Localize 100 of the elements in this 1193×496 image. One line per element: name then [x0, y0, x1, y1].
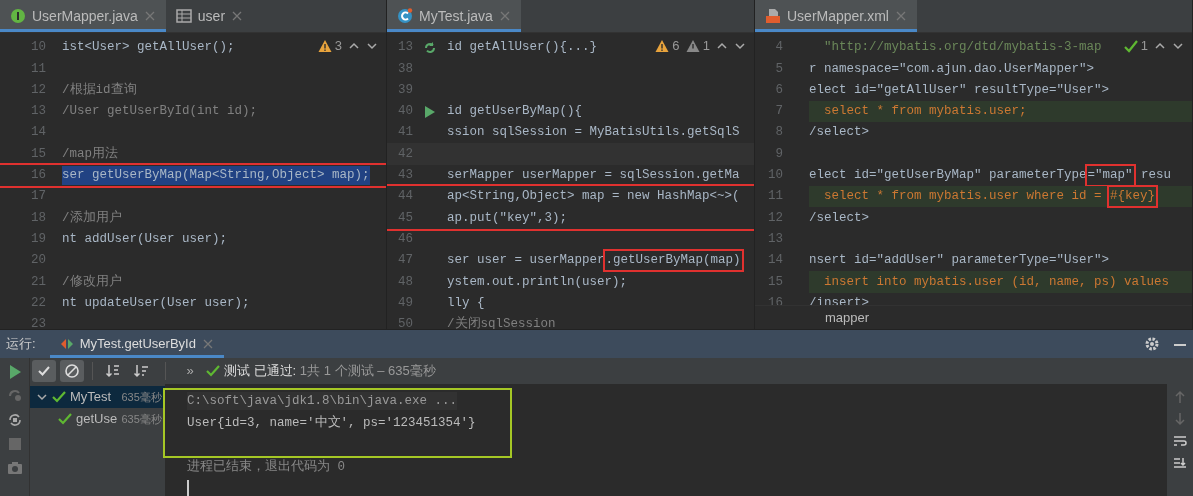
- line-number: 20: [30, 252, 46, 270]
- line-number: 4: [774, 39, 783, 57]
- show-ignored-button[interactable]: [60, 360, 84, 382]
- sort-alphabetically-icon: [105, 363, 121, 379]
- code-text: serMapper userMapper = sqlSession.getMa: [447, 167, 740, 185]
- code-text: select * from mybatis.user;: [823, 103, 1027, 121]
- table-icon: [175, 8, 192, 24]
- line-number: 13: [397, 39, 413, 57]
- line-number: 14: [767, 252, 783, 270]
- code-text: /添加用户: [62, 209, 122, 227]
- line-number: 10: [767, 167, 783, 185]
- line-number: 13: [30, 103, 46, 121]
- line-number: 16: [767, 294, 783, 305]
- editor-tab[interactable]: MyTest.java: [387, 0, 521, 32]
- inspection-count: 6: [672, 37, 680, 55]
- rerun-icon[interactable]: [423, 40, 437, 55]
- editor-tab[interactable]: user: [165, 0, 254, 32]
- line-number: 5: [774, 60, 783, 78]
- test-tree-item[interactable]: getUse 635毫秒: [30, 408, 165, 430]
- code-text: nsert id="addUser" parameterType="User">: [809, 252, 1110, 270]
- line-number: 41: [397, 124, 413, 142]
- run-icon[interactable]: [423, 104, 437, 119]
- code-text: id getAllUser(){...}: [447, 39, 598, 57]
- show-passed-button[interactable]: [32, 360, 56, 382]
- line-number: 13: [767, 230, 783, 248]
- code-text: ap<String,Object> map = new HashMap<~>(: [447, 188, 740, 206]
- check-icon: [1123, 38, 1138, 53]
- line-number: 7: [774, 103, 783, 121]
- settings-icon[interactable]: [1143, 336, 1160, 352]
- editor-tab[interactable]: UserMapper.java: [0, 0, 166, 32]
- line-number: 38: [397, 60, 413, 78]
- code-text: /insert>: [809, 294, 869, 305]
- more-button[interactable]: »: [178, 360, 202, 382]
- line-number: 22: [30, 294, 46, 312]
- line-number: 39: [397, 81, 413, 99]
- line-number: 8: [774, 124, 783, 142]
- console-line: 进程已结束，退出代码为 0: [187, 458, 345, 476]
- line-number: 50: [397, 316, 413, 329]
- line-number: 18: [30, 209, 46, 227]
- line-number: 15: [30, 145, 46, 163]
- line-number: 40: [397, 103, 413, 121]
- line-number: 47: [397, 252, 413, 270]
- code-text: ap.put("key",3);: [447, 209, 568, 227]
- line-number: 49: [397, 294, 413, 312]
- line-number: 14: [30, 124, 46, 142]
- test-status: 测试 已通过: 1共 1 个测试 – 635毫秒: [224, 362, 436, 381]
- highlight-frame: #{key}: [1109, 187, 1157, 207]
- line-number: 12: [767, 209, 783, 227]
- interface-icon: [10, 8, 26, 24]
- code-text: /select>: [809, 209, 869, 227]
- code-text: nt addUser(User user);: [62, 230, 228, 248]
- line-number: 44: [397, 188, 413, 206]
- code-text: nt updateUser(User user);: [62, 294, 250, 312]
- sort-by-duration-icon: [133, 363, 149, 379]
- inspection-count: 1: [702, 37, 710, 55]
- line-number: 16: [30, 167, 46, 185]
- check-icon: [52, 390, 66, 404]
- text-caret: [187, 480, 189, 496]
- line-number: 17: [30, 188, 46, 206]
- line-number: 12: [30, 81, 46, 99]
- line-number: 19: [30, 230, 46, 248]
- xml-file-icon: [765, 8, 781, 24]
- check-icon: [58, 412, 72, 426]
- console-line: User{id=3, name='中文', ps='123451354'}: [187, 414, 476, 432]
- line-number: 6: [774, 81, 783, 99]
- show-ignored-icon: [64, 363, 80, 379]
- line-number: 43: [397, 167, 413, 185]
- panel-label: 运行:: [6, 335, 36, 354]
- code-text: ser user = userMapper: [447, 252, 605, 270]
- line-number: 45: [397, 209, 413, 227]
- code-text: ssion sqlSession = MyBatisUtils.getSqlS: [447, 124, 740, 142]
- run-config-icon: [59, 337, 74, 351]
- toggle-auto-test-icon[interactable]: [6, 412, 23, 428]
- line-number: 9: [774, 145, 783, 163]
- test-tree-item[interactable]: MyTest 635毫秒: [30, 386, 165, 408]
- code-text: id getUserByMap(){: [447, 103, 583, 121]
- run-tab[interactable]: MyTest.getUserById: [49, 330, 224, 358]
- line-number: 10: [30, 39, 46, 57]
- code-text: r namespace="com.ajun.dao.UserMapper">: [809, 60, 1095, 78]
- check-icon: [206, 364, 220, 378]
- soft-wrap-icon[interactable]: [1173, 434, 1187, 448]
- line-number: 21: [30, 273, 46, 291]
- code-text: /select>: [809, 124, 869, 142]
- code-text: elect id="getAllUser" resultType="User">: [809, 81, 1110, 99]
- code-text: insert into mybatis.user (id, name, ps) values: [823, 273, 1170, 291]
- inspection-count: 3: [334, 37, 342, 55]
- code-text: /map用法: [62, 145, 118, 163]
- chevron-down-icon[interactable]: [36, 391, 48, 403]
- line-number: 48: [397, 273, 413, 291]
- code-text: /修改用户: [62, 273, 122, 291]
- code-text: resu: [1140, 167, 1172, 185]
- highlight-frame: ="map": [1086, 166, 1134, 185]
- code-text: "http://mybatis.org/dtd/mybatis-3-map: [823, 39, 1102, 57]
- run-icon[interactable]: [7, 364, 22, 380]
- line-number: 15: [767, 273, 783, 291]
- code-text: ist<User> getAllUser();: [62, 39, 235, 57]
- editor-tab[interactable]: UserMapper.xml: [755, 0, 917, 32]
- scroll-to-end-icon[interactable]: [1173, 456, 1187, 470]
- code-text: select * from mybatis.user where id =: [823, 188, 1103, 206]
- code-text: ystem.out.println(user);: [447, 273, 628, 291]
